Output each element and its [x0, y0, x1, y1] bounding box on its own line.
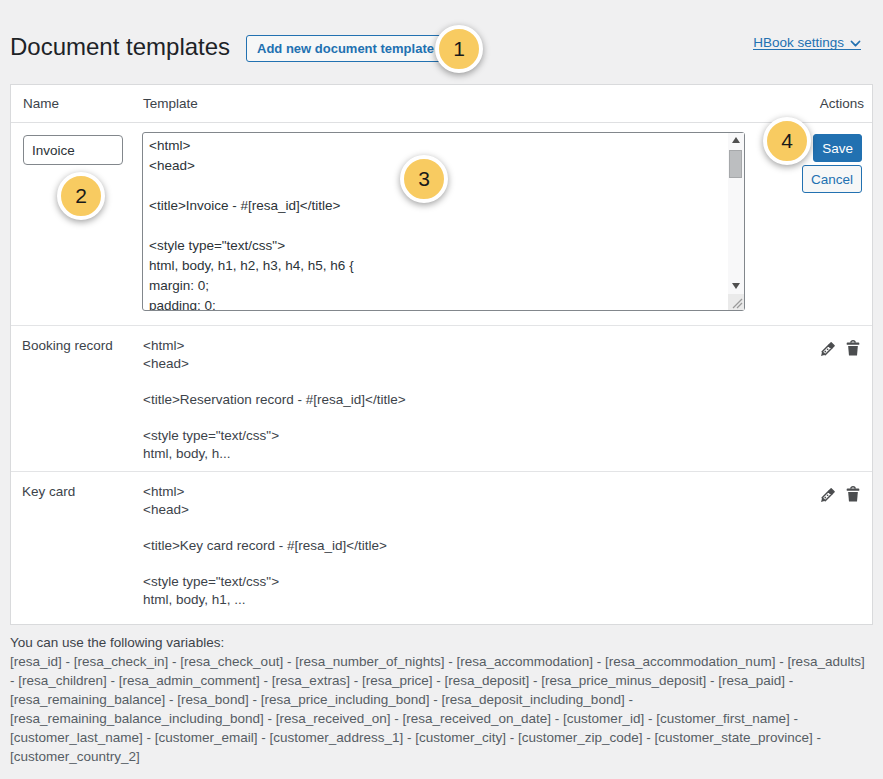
scrollbar-thumb[interactable]: [729, 150, 742, 178]
edit-icon[interactable]: [820, 486, 836, 502]
template-cell: <html> <head> <title>Invoice - #[resa_id…: [143, 123, 753, 325]
annotation-badge-4: 4: [763, 117, 811, 165]
annotation-badge-3: 3: [400, 155, 448, 203]
template-name-input[interactable]: [23, 135, 123, 165]
delete-icon[interactable]: [846, 340, 860, 356]
save-button[interactable]: Save: [813, 134, 862, 162]
column-header-actions: Actions: [753, 85, 872, 122]
add-new-document-template-button[interactable]: Add new document template: [246, 35, 445, 62]
variables-title: You can use the following variables:: [10, 633, 870, 652]
template-preview: <html> <head> <title>Key card record - #…: [143, 472, 753, 624]
resize-grip-icon[interactable]: [728, 294, 744, 310]
template-name: Key card: [11, 472, 143, 624]
row-actions: [753, 326, 872, 471]
table-header-row: Name Template Actions: [11, 85, 872, 123]
column-header-template: Template: [143, 85, 753, 122]
template-preview: <html> <head> <title>Reservation record …: [143, 326, 753, 471]
document-templates-page: Document templates Add new document temp…: [0, 0, 883, 779]
template-code-textarea[interactable]: <html> <head> <title>Invoice - #[resa_id…: [142, 132, 745, 311]
edit-icon[interactable]: [820, 340, 836, 356]
scrollbar-down-arrow-icon[interactable]: [728, 278, 744, 293]
page-title: Document templates: [10, 32, 230, 62]
scrollbar-up-arrow-icon[interactable]: [728, 133, 744, 148]
chevron-down-icon: [850, 40, 861, 48]
editing-row-invoice: <html> <head> <title>Invoice - #[resa_id…: [11, 123, 872, 326]
table-row-booking-record: Booking record <html> <head> <title>Rese…: [11, 326, 872, 472]
name-cell: [11, 123, 143, 325]
textarea-scrollbar[interactable]: [728, 133, 744, 310]
table-row-key-card: Key card <html> <head> <title>Key card r…: [11, 472, 872, 624]
hbook-settings-label: HBook settings: [753, 37, 844, 49]
hbook-settings-link[interactable]: HBook settings: [753, 37, 861, 50]
variables-help: You can use the following variables: [re…: [10, 633, 870, 766]
annotation-badge-1: 1: [435, 25, 483, 73]
delete-icon[interactable]: [846, 486, 860, 502]
row-actions: [753, 472, 872, 624]
cancel-button[interactable]: Cancel: [802, 165, 862, 193]
template-name: Booking record: [11, 326, 143, 471]
annotation-badge-2: 2: [57, 172, 105, 220]
variables-list: [resa_id] - [resa_check_in] - [resa_chec…: [10, 652, 870, 766]
column-header-name: Name: [11, 85, 143, 122]
